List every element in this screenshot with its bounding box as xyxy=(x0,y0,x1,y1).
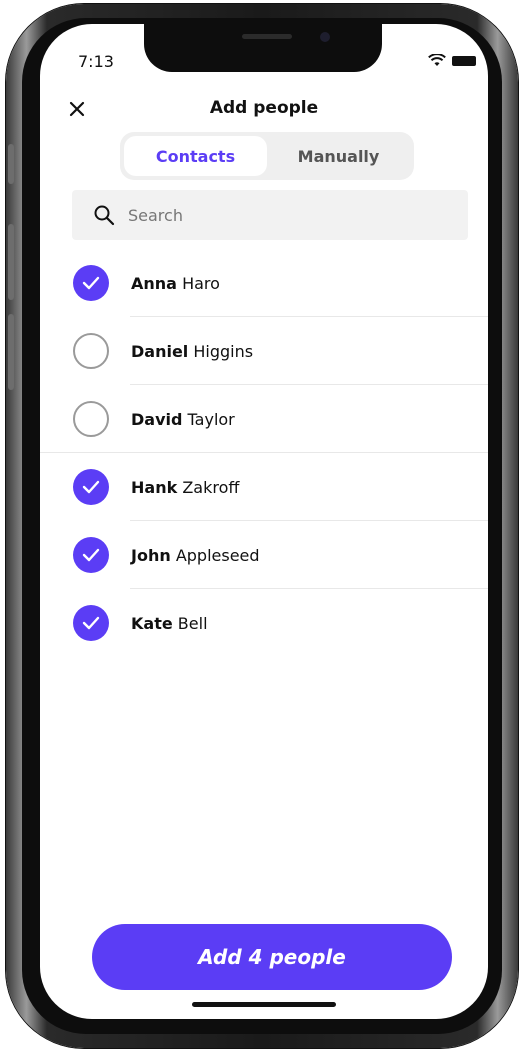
speaker xyxy=(242,34,292,39)
search-bar xyxy=(72,190,468,240)
notch xyxy=(144,24,382,72)
checkmark-icon xyxy=(82,548,100,562)
checkbox-checked[interactable] xyxy=(73,537,109,573)
contact-last-name: Zakroff xyxy=(182,477,240,497)
contact-first-name: Anna xyxy=(131,273,177,293)
list-item[interactable]: Anna Haro xyxy=(40,249,488,317)
contact-first-name: Hank xyxy=(131,477,178,497)
page-title: Add people xyxy=(209,98,319,118)
tab-manually[interactable]: Manually xyxy=(267,136,410,176)
checkbox-unchecked[interactable] xyxy=(73,333,109,369)
contact-last-name: Bell xyxy=(177,613,208,633)
home-indicator xyxy=(192,1002,336,1007)
contact-last-name: Taylor xyxy=(187,409,235,429)
volume-down-button xyxy=(8,314,14,390)
contact-name: John Appleseed xyxy=(131,546,260,565)
tab-contacts[interactable]: Contacts xyxy=(124,136,267,176)
app-screen: 7:13 Add people Contacts Manually Anna H… xyxy=(40,24,488,1019)
checkbox-checked[interactable] xyxy=(73,469,109,505)
list-item[interactable]: Daniel Higgins xyxy=(40,317,488,385)
contact-first-name: John xyxy=(131,545,171,565)
camera xyxy=(320,32,330,42)
contact-first-name: David xyxy=(131,409,183,429)
checkbox-checked[interactable] xyxy=(73,265,109,301)
search-input[interactable] xyxy=(126,204,450,226)
list-item[interactable]: John Appleseed xyxy=(40,521,488,589)
status-icons xyxy=(428,54,476,67)
contact-first-name: Kate xyxy=(131,613,173,633)
list-item[interactable]: Kate Bell xyxy=(40,589,488,657)
checkmark-icon xyxy=(82,276,100,290)
volume-up-button xyxy=(8,224,14,300)
contacts-list: Anna Haro Daniel Higgins David Taylor Ha… xyxy=(40,249,488,657)
mute-switch xyxy=(8,144,14,184)
checkmark-icon xyxy=(82,480,100,494)
contact-name: Daniel Higgins xyxy=(131,342,253,361)
contact-last-name: Higgins xyxy=(193,341,254,361)
contact-name: Kate Bell xyxy=(131,614,208,633)
add-people-button[interactable]: Add 4 people xyxy=(92,924,452,990)
contact-name: Hank Zakroff xyxy=(131,478,239,497)
contact-name: David Taylor xyxy=(131,410,235,429)
list-item[interactable]: Hank Zakroff xyxy=(40,453,488,521)
battery-icon xyxy=(452,55,476,66)
wifi-icon xyxy=(428,54,446,66)
contact-first-name: Daniel xyxy=(131,341,189,361)
checkbox-checked[interactable] xyxy=(73,605,109,641)
contact-last-name: Appleseed xyxy=(175,545,260,565)
contact-last-name: Haro xyxy=(182,273,220,293)
contact-name: Anna Haro xyxy=(131,274,220,293)
checkmark-icon xyxy=(82,616,100,630)
checkbox-unchecked[interactable] xyxy=(73,401,109,437)
list-item[interactable]: David Taylor xyxy=(40,385,488,453)
segmented-control: Contacts Manually xyxy=(120,132,414,180)
status-time: 7:13 xyxy=(78,52,114,71)
search-icon xyxy=(94,205,115,226)
